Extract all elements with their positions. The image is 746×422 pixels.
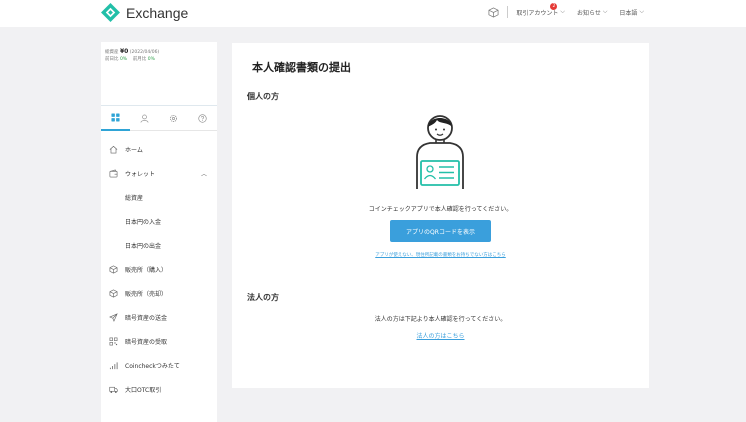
sidebar-item-label: 販売所（購入） bbox=[125, 266, 168, 274]
app-logo[interactable]: Exchange bbox=[101, 3, 188, 22]
asset-date: (2022/04/06) bbox=[129, 50, 160, 55]
user-icon bbox=[140, 114, 149, 123]
corporate-verification-link[interactable]: 法人の方はこちら bbox=[232, 331, 649, 340]
notices-menu[interactable]: お知らせ ⌵ bbox=[577, 8, 607, 17]
tab-account[interactable] bbox=[130, 107, 159, 131]
asset-summary: 総資産 ¥0 (2022/04/06) 前日比 0% 前月比 0% bbox=[101, 42, 217, 104]
sidebar-menu: ホーム ウォレット ︿ 総資産 日本円の入金 日本円の出金 販売所（購入） 販売… bbox=[101, 131, 217, 401]
id-verification-illustration-icon bbox=[416, 115, 464, 189]
sidebar-item-tsumitate[interactable]: Coincheckつみたて bbox=[101, 353, 217, 377]
help-icon bbox=[198, 114, 207, 123]
notices-menu-label: お知らせ bbox=[576, 9, 601, 17]
corporate-heading: 法人の方 bbox=[247, 293, 279, 302]
sidebar-item-jpy-deposit[interactable]: 日本円の入金 bbox=[101, 209, 217, 233]
sidebar-item-label: 日本円の出金 bbox=[125, 242, 162, 250]
sidebar-item-jpy-withdrawal[interactable]: 日本円の出金 bbox=[101, 233, 217, 257]
prev-month-value: 0% bbox=[147, 57, 155, 62]
sidebar-item-send-crypto[interactable]: 暗号資産の送金 bbox=[101, 305, 217, 329]
sidebar-item-label: 総資産 bbox=[125, 194, 144, 202]
sidebar-item-label: 大口OTC取引 bbox=[125, 386, 162, 394]
personal-instruction: コインチェックアプリで本人確認を行ってください。 bbox=[368, 206, 513, 213]
sidebar-item-total-assets[interactable]: 総資産 bbox=[101, 185, 217, 209]
chevron-down-icon: ⌵ bbox=[602, 8, 608, 15]
total-assets-label: 総資産 bbox=[105, 50, 119, 55]
sidebar-item-label: Coincheckつみたて bbox=[125, 362, 180, 370]
language-menu[interactable]: 日本語 ⌵ bbox=[619, 8, 644, 17]
tab-help[interactable] bbox=[188, 107, 217, 131]
cube-icon bbox=[109, 265, 118, 273]
gear-icon bbox=[170, 115, 177, 122]
prev-month-label: 前月比 bbox=[132, 57, 147, 62]
show-qr-button[interactable]: アプリのQRコードを表示 bbox=[390, 220, 491, 242]
sidebar-item-label: ホーム bbox=[125, 146, 143, 154]
wallet-icon bbox=[109, 169, 118, 177]
cube-icon bbox=[109, 289, 118, 297]
total-assets-value: ¥0 bbox=[119, 48, 129, 55]
logo-icon bbox=[101, 3, 120, 22]
sidebar-item-label: ウォレット bbox=[125, 170, 156, 178]
sidebar-item-label: 暗号資産の受取 bbox=[125, 338, 168, 346]
corporate-instruction: 法人の方は下記より本人確認を行ってください。 bbox=[374, 316, 507, 323]
sidebar-item-label: 日本円の入金 bbox=[125, 218, 162, 226]
sidebar-tabs bbox=[101, 107, 217, 131]
qr-icon bbox=[109, 337, 118, 345]
sidebar-item-home[interactable]: ホーム bbox=[101, 137, 217, 161]
send-icon bbox=[109, 312, 118, 322]
alternative-verification-link[interactable]: アプリが使えない、現住所記載の書類をお持ちでない方はこちら bbox=[232, 252, 649, 258]
header-divider bbox=[507, 6, 509, 18]
chevron-down-icon: ⌵ bbox=[560, 8, 565, 15]
sidebar-item-label: 販売所（売却） bbox=[125, 290, 168, 298]
page-title: 本人確認書類の提出 bbox=[252, 61, 351, 74]
sidebar-item-otc[interactable]: 大口OTC取引 bbox=[101, 377, 217, 401]
grid-icon bbox=[111, 113, 120, 122]
account-menu[interactable]: 取引アカウント 2 ⌵ bbox=[516, 2, 565, 17]
chevron-up-icon: ︿ bbox=[200, 170, 207, 178]
sidebar-item-buy[interactable]: 販売所（購入） bbox=[101, 257, 217, 281]
sidebar-item-wallet[interactable]: ウォレット ︿ bbox=[101, 161, 217, 185]
prev-day-label: 前日比 bbox=[105, 57, 119, 62]
personal-heading: 個人の方 bbox=[247, 92, 279, 101]
truck-icon bbox=[109, 386, 118, 393]
sidebar-item-receive-crypto[interactable]: 暗号資産の受取 bbox=[101, 329, 217, 353]
sidebar: 総資産 ¥0 (2022/04/06) 前日比 0% 前月比 0% ホーム ウォ… bbox=[101, 42, 217, 422]
chevron-down-icon: ⌵ bbox=[639, 8, 644, 15]
header-nav: 取引アカウント 2 ⌵ お知らせ ⌵ 日本語 ⌵ bbox=[488, 2, 644, 18]
language-menu-label: 日本語 bbox=[619, 9, 638, 17]
cube-icon[interactable] bbox=[488, 7, 499, 18]
chart-icon bbox=[109, 361, 118, 369]
tab-settings[interactable] bbox=[159, 107, 188, 131]
prev-day-value: 0% bbox=[119, 57, 128, 62]
home-icon bbox=[109, 145, 118, 153]
sidebar-item-label: 暗号資産の送金 bbox=[125, 314, 168, 322]
top-bar: Exchange 取引アカウント 2 ⌵ お知らせ ⌵ 日本語 ⌵ bbox=[0, 0, 746, 27]
notification-badge: 2 bbox=[550, 2, 558, 10]
tab-dashboard[interactable] bbox=[101, 107, 130, 131]
verification-card: 本人確認書類の提出 個人の方 コインチェックアプリで本人確認を行ってください。 … bbox=[232, 43, 649, 388]
sidebar-item-sell[interactable]: 販売所（売却） bbox=[101, 281, 217, 305]
app-name: Exchange bbox=[126, 4, 189, 21]
